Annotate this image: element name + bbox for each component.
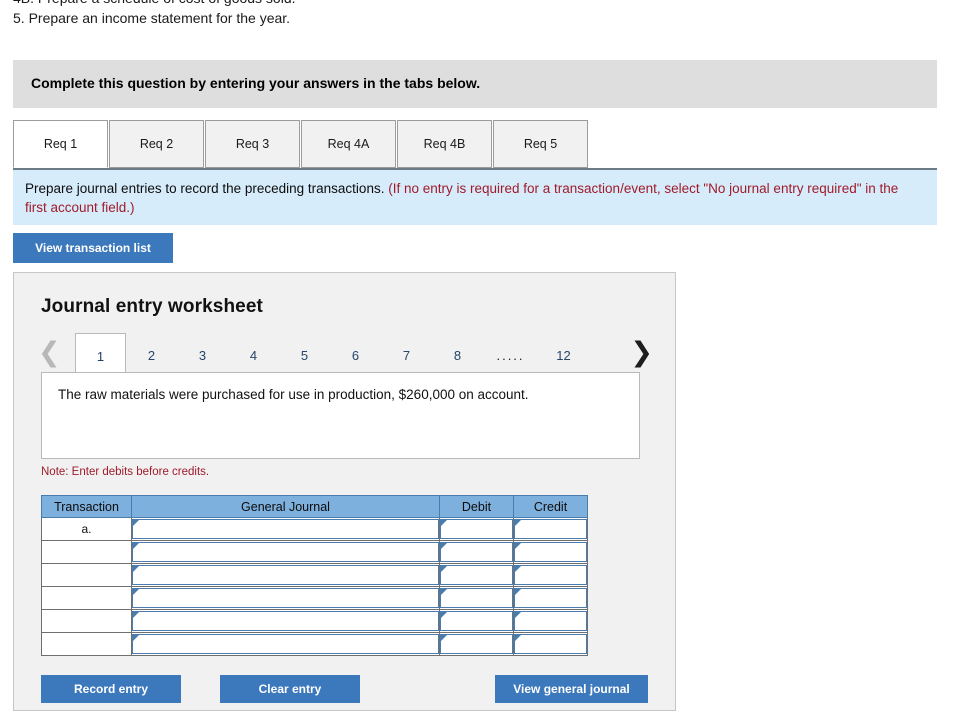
column-header-credit: Credit — [513, 495, 588, 518]
pager-page-label: 4 — [249, 348, 258, 363]
tab-label: Req 4B — [423, 137, 466, 151]
tab-label: Req 5 — [523, 137, 558, 151]
general-journal-cell — [131, 586, 440, 610]
credit-cell — [513, 563, 588, 587]
general-journal-input[interactable] — [132, 588, 439, 608]
requirement-instruction-banner: Prepare journal entries to record the pr… — [13, 168, 937, 225]
credit-input[interactable] — [514, 519, 587, 539]
view-transaction-list-button[interactable]: View transaction list — [13, 233, 173, 263]
credit-input[interactable] — [514, 611, 587, 631]
pager-page-label: 2 — [147, 348, 156, 363]
chevron-right-icon[interactable]: ❯ — [630, 339, 653, 366]
clear-entry-label: Clear entry — [258, 682, 322, 696]
tab-label: Req 4A — [327, 137, 370, 151]
debit-input[interactable] — [440, 611, 513, 631]
view-general-journal-button[interactable]: View general journal — [495, 675, 648, 703]
pager-page-label: 1 — [96, 348, 105, 364]
transaction-label-cell — [41, 609, 132, 633]
complete-question-banner: Complete this question by entering your … — [13, 60, 937, 108]
credit-input[interactable] — [514, 542, 587, 562]
credit-cell — [513, 632, 588, 656]
tab-req-1[interactable]: Req 1 — [13, 120, 108, 168]
credit-cell — [513, 586, 588, 610]
debits-before-credits-note: Note: Enter debits before credits. — [41, 466, 210, 478]
journal-entry-worksheet-panel: Journal entry worksheet ❮ 1 2 3 4 5 6 7 … — [13, 272, 676, 711]
pager-page-label: 5 — [300, 348, 309, 363]
credit-cell — [513, 517, 588, 541]
complete-question-banner-text: Complete this question by entering your … — [31, 75, 481, 91]
table-row — [41, 632, 588, 656]
chevron-left-icon[interactable]: ❮ — [38, 339, 61, 366]
tab-label: Req 3 — [235, 137, 270, 151]
column-header-general-journal: General Journal — [131, 495, 440, 518]
pager-ellipsis-label: ..... — [496, 348, 525, 363]
worksheet-title: Journal entry worksheet — [41, 296, 263, 317]
record-entry-label: Record entry — [73, 682, 149, 696]
credit-cell — [513, 609, 588, 633]
requirement-instruction-text: Prepare journal entries to record the pr… — [25, 181, 389, 196]
debit-cell — [439, 517, 514, 541]
pager-page-label: 8 — [453, 348, 462, 363]
debit-cell — [439, 609, 514, 633]
table-row — [41, 563, 588, 587]
view-transaction-list-label: View transaction list — [35, 241, 151, 255]
debit-cell — [439, 586, 514, 610]
table-row: a. — [41, 517, 588, 541]
transaction-label-cell — [41, 632, 132, 656]
column-header-transaction: Transaction — [41, 495, 132, 518]
credit-input[interactable] — [514, 565, 587, 585]
general-journal-cell — [131, 563, 440, 587]
debit-cell — [439, 563, 514, 587]
debit-input[interactable] — [440, 542, 513, 562]
table-header-row: Transaction General Journal Debit Credit — [41, 495, 588, 518]
general-journal-input[interactable] — [132, 565, 439, 585]
tab-req-2[interactable]: Req 2 — [109, 120, 204, 168]
transaction-label-cell — [41, 563, 132, 587]
pager-page-label: 6 — [351, 348, 360, 363]
general-journal-cell — [131, 540, 440, 564]
transaction-description-text: The raw materials were purchased for use… — [58, 387, 529, 402]
transaction-description-box: The raw materials were purchased for use… — [41, 372, 640, 459]
general-journal-cell — [131, 517, 440, 541]
transaction-label-cell: a. — [41, 517, 132, 541]
tab-label: Req 1 — [43, 137, 78, 151]
question-line: 4B. Prepare a schedule of cost of goods … — [13, 0, 933, 8]
tab-req-5[interactable]: Req 5 — [493, 120, 588, 168]
column-header-debit: Debit — [439, 495, 514, 518]
general-journal-input[interactable] — [132, 519, 439, 539]
view-general-journal-label: View general journal — [513, 682, 630, 696]
debit-cell — [439, 540, 514, 564]
tab-label: Req 2 — [139, 137, 174, 151]
tab-req-4a[interactable]: Req 4A — [301, 120, 396, 168]
tab-req-3[interactable]: Req 3 — [205, 120, 300, 168]
requirement-tabs: Req 1 Req 2 Req 3 Req 4A Req 4B Req 5 — [13, 120, 589, 168]
transaction-label-cell — [41, 540, 132, 564]
record-entry-button[interactable]: Record entry — [41, 675, 181, 703]
pager-page-label: 12 — [556, 348, 571, 363]
general-journal-cell — [131, 609, 440, 633]
table-row — [41, 609, 588, 633]
tab-req-4b[interactable]: Req 4B — [397, 120, 492, 168]
pager-page-label: 3 — [198, 348, 207, 363]
general-journal-input[interactable] — [132, 542, 439, 562]
question-line: 5. Prepare an income statement for the y… — [13, 10, 291, 26]
table-row — [41, 540, 588, 564]
debit-cell — [439, 632, 514, 656]
debit-input[interactable] — [440, 565, 513, 585]
debit-input[interactable] — [440, 634, 513, 654]
table-row — [41, 586, 588, 610]
general-journal-input[interactable] — [132, 611, 439, 631]
general-journal-cell — [131, 632, 440, 656]
credit-input[interactable] — [514, 588, 587, 608]
credit-cell — [513, 540, 588, 564]
credit-input[interactable] — [514, 634, 587, 654]
transaction-label-cell — [41, 586, 132, 610]
debit-input[interactable] — [440, 519, 513, 539]
journal-entry-table: Transaction General Journal Debit Credit… — [41, 495, 588, 656]
question-requirements-list: 4B. Prepare a schedule of cost of goods … — [13, 0, 933, 28]
clear-entry-button[interactable]: Clear entry — [220, 675, 360, 703]
general-journal-input[interactable] — [132, 634, 439, 654]
pager-page-label: 7 — [402, 348, 411, 363]
debit-input[interactable] — [440, 588, 513, 608]
